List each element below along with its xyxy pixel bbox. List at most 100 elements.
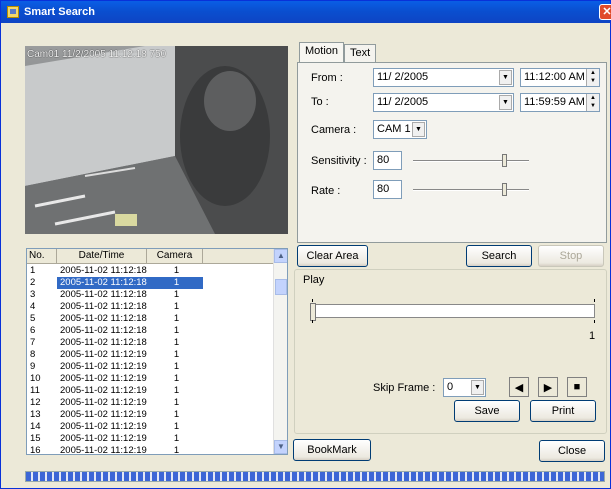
window-title: Smart Search xyxy=(24,6,95,18)
row-datetime: 2005-11-02 11:12:18 xyxy=(60,289,147,300)
playback-thumb[interactable] xyxy=(310,303,316,321)
tab-motion[interactable]: Motion xyxy=(299,42,345,62)
table-row[interactable]: 11 2005-11-02 11:12:19 1 xyxy=(27,385,277,397)
title-bar[interactable]: Smart Search ✕ xyxy=(1,1,611,23)
chevron-down-icon[interactable]: ▼ xyxy=(412,122,425,137)
search-button[interactable]: Search xyxy=(466,245,532,267)
row-camera: 1 xyxy=(173,433,180,444)
row-camera: 1 xyxy=(173,325,180,336)
table-row[interactable]: 9 2005-11-02 11:12:19 1 xyxy=(27,361,277,373)
table-row[interactable]: 3 2005-11-02 11:12:18 1 xyxy=(27,289,277,301)
table-row[interactable]: 4 2005-11-02 11:12:18 1 xyxy=(27,301,277,313)
from-time-field[interactable]: 11:12:00 AM ▲ ▼ xyxy=(520,68,600,87)
row-datetime: 2005-11-02 11:12:19 xyxy=(60,385,147,396)
skip-frame-select[interactable]: 0 ▼ xyxy=(443,378,486,397)
column-header-datetime[interactable]: Date/Time xyxy=(57,249,147,263)
row-datetime: 2005-11-02 11:12:19 xyxy=(60,421,147,432)
app-icon xyxy=(7,6,19,18)
table-row[interactable]: 5 2005-11-02 11:12:18 1 xyxy=(27,313,277,325)
close-button[interactable]: Close xyxy=(539,440,605,462)
row-camera: 1 xyxy=(173,289,180,300)
row-no: 4 xyxy=(30,301,36,312)
chevron-down-icon[interactable]: ▼ xyxy=(499,70,512,85)
row-no: 6 xyxy=(30,325,36,336)
sensitivity-label: Sensitivity : xyxy=(311,155,367,167)
column-header-filler xyxy=(203,249,277,263)
skip-frame-value: 0 xyxy=(447,381,454,393)
rate-slider[interactable] xyxy=(413,180,529,200)
skip-frame-label: Skip Frame : xyxy=(373,382,436,394)
rate-input[interactable]: 80 xyxy=(373,180,402,199)
slider-thumb[interactable] xyxy=(502,154,507,167)
spinner-icon[interactable]: ▲ ▼ xyxy=(586,94,599,111)
search-tabs: Motion Text xyxy=(299,42,377,62)
slider-thumb[interactable] xyxy=(502,183,507,196)
row-camera: 1 xyxy=(173,301,180,312)
row-no: 12 xyxy=(30,397,41,408)
row-camera: 1 xyxy=(173,445,180,455)
table-row[interactable]: 7 2005-11-02 11:12:18 1 xyxy=(27,337,277,349)
row-camera: 1 xyxy=(147,277,203,289)
row-no: 14 xyxy=(30,421,41,432)
row-datetime: 2005-11-02 11:12:18 xyxy=(60,313,147,324)
row-no: 1 xyxy=(30,265,36,276)
table-row[interactable]: 14 2005-11-02 11:12:19 1 xyxy=(27,421,277,433)
scroll-thumb[interactable] xyxy=(275,279,287,295)
camera-select[interactable]: CAM 1 ▼ xyxy=(373,120,427,139)
sensitivity-value: 80 xyxy=(377,154,390,166)
chevron-down-icon[interactable]: ▼ xyxy=(499,95,512,110)
chevron-down-icon[interactable]: ▼ xyxy=(471,380,484,395)
clear-area-button[interactable]: Clear Area xyxy=(297,245,368,267)
table-row[interactable]: 16 2005-11-02 11:12:19 1 xyxy=(27,445,277,455)
camera-frame-image xyxy=(25,46,288,234)
to-time-field[interactable]: 11:59:59 AM ▲ ▼ xyxy=(520,93,600,112)
table-row[interactable]: 2 2005-11-02 11:12:18 1 xyxy=(27,277,277,289)
stop-button[interactable]: Stop xyxy=(538,245,604,267)
scroll-down-icon[interactable]: ▼ xyxy=(274,440,287,454)
close-icon[interactable]: ✕ xyxy=(599,4,611,20)
row-datetime: 2005-11-02 11:12:18 xyxy=(60,325,147,336)
row-no: 9 xyxy=(30,361,36,372)
row-no: 5 xyxy=(30,313,36,324)
play-forward-icon[interactable]: ▶ xyxy=(538,377,558,397)
print-button[interactable]: Print xyxy=(530,400,596,422)
video-preview: Cam01 11/2/2005 11:12:18 750 xyxy=(25,46,288,234)
row-datetime: 2005-11-02 11:12:19 xyxy=(60,409,147,420)
table-row[interactable]: 13 2005-11-02 11:12:19 1 xyxy=(27,409,277,421)
save-button[interactable]: Save xyxy=(454,400,520,422)
bookmark-button[interactable]: BookMark xyxy=(293,439,371,461)
sensitivity-input[interactable]: 80 xyxy=(373,151,402,170)
table-row[interactable]: 8 2005-11-02 11:12:19 1 xyxy=(27,349,277,361)
table-row[interactable]: 15 2005-11-02 11:12:19 1 xyxy=(27,433,277,445)
results-list[interactable]: No. Date/Time Camera 1 2005-11-02 11:12:1… xyxy=(26,248,288,455)
sensitivity-slider[interactable] xyxy=(413,151,529,171)
table-row[interactable]: 12 2005-11-02 11:12:19 1 xyxy=(27,397,277,409)
playback-position-label: 1 xyxy=(589,330,596,342)
row-camera: 1 xyxy=(173,337,180,348)
row-no: 8 xyxy=(30,349,36,360)
table-row[interactable]: 10 2005-11-02 11:12:19 1 xyxy=(27,373,277,385)
smart-search-window: Smart Search ✕ Cam01 11/2/2005 11:12:18 … xyxy=(0,0,611,489)
play-backward-icon[interactable]: ◀ xyxy=(509,377,529,397)
motion-panel: From : 11/ 2/2005 ▼ 11:12:00 AM ▲ ▼ To : … xyxy=(297,62,607,243)
slider-tick xyxy=(594,299,595,302)
results-scrollbar[interactable]: ▲ ▼ xyxy=(273,249,287,454)
row-no: 3 xyxy=(30,289,36,300)
playback-slider[interactable] xyxy=(310,299,595,323)
stop-square-icon[interactable]: ■ xyxy=(567,377,587,397)
rate-value: 80 xyxy=(377,183,390,195)
scroll-up-icon[interactable]: ▲ xyxy=(274,249,287,263)
column-header-no[interactable]: No. xyxy=(27,249,57,263)
to-date-picker[interactable]: 11/ 2/2005 ▼ xyxy=(373,93,514,112)
row-camera: 1 xyxy=(173,265,180,276)
slider-track xyxy=(413,189,529,191)
table-row[interactable]: 6 2005-11-02 11:12:18 1 xyxy=(27,325,277,337)
progress-bar xyxy=(25,471,605,482)
column-header-camera[interactable]: Camera xyxy=(147,249,203,263)
camera-label: Camera : xyxy=(311,124,357,136)
tab-text[interactable]: Text xyxy=(344,44,377,62)
video-overlay-text: Cam01 11/2/2005 11:12:18 750 xyxy=(27,49,167,60)
from-date-picker[interactable]: 11/ 2/2005 ▼ xyxy=(373,68,514,87)
spinner-icon[interactable]: ▲ ▼ xyxy=(586,69,599,86)
table-row[interactable]: 1 2005-11-02 11:12:18 1 xyxy=(27,265,277,277)
